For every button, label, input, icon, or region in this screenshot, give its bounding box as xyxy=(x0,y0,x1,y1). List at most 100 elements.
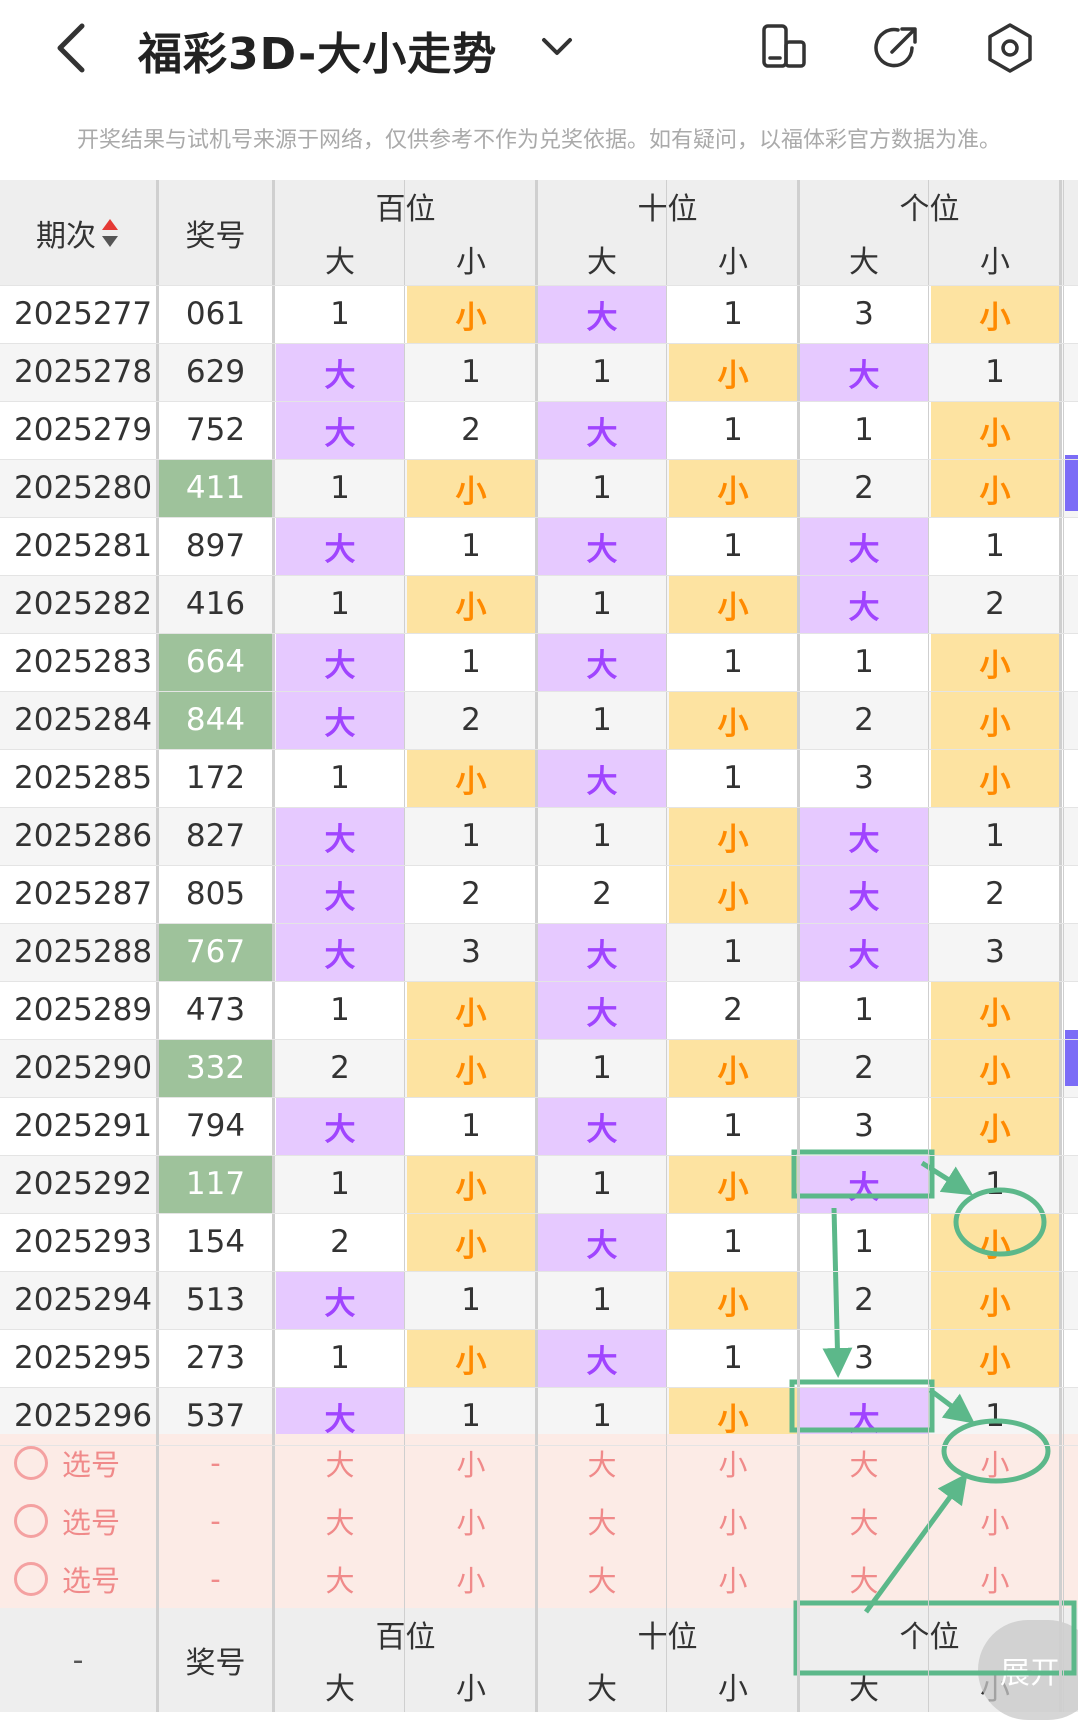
issue-column-header[interactable]: 期次 xyxy=(0,180,156,285)
scroll-indicator[interactable] xyxy=(1065,455,1078,511)
selection-row[interactable]: 选号 - 大小大小大小 xyxy=(0,1550,1078,1608)
table-row[interactable]: 2025290 332 2 小 1 小 2 小 xyxy=(0,1039,1078,1097)
table-row[interactable]: 2025288 767 大 3 大 1 大 3 xyxy=(0,923,1078,981)
table-row[interactable]: 2025285 172 1 小大 1 3 小 xyxy=(0,749,1078,807)
trend-cell-hundreds-big: 1 xyxy=(330,760,350,796)
table-row[interactable]: 2025278 629 大 1 1 小大 1 xyxy=(0,343,1078,401)
table-row[interactable]: 2025294 513 大 1 1 小 2 小 xyxy=(0,1271,1078,1329)
table-row[interactable]: 2025280 411 1 小 1 小 2 小 xyxy=(0,459,1078,517)
column-divider xyxy=(797,180,800,1712)
trend-cell-units-small: 小 xyxy=(931,633,1059,691)
trend-cell-tens-big: 1 xyxy=(592,586,612,622)
trend-cell-tens-small: 小 xyxy=(669,807,797,865)
select-number-toggle[interactable]: 选号 xyxy=(0,1550,156,1608)
select-option-tens-big[interactable]: 大 xyxy=(538,1434,666,1492)
trend-cell-tens-big: 1 xyxy=(592,354,612,390)
trend-cell-units-big: 大 xyxy=(800,807,928,865)
table-row[interactable]: 2025277 061 1 小大 1 3 小 xyxy=(0,285,1078,343)
select-option-tens-big[interactable]: 大 xyxy=(538,1492,666,1550)
subheader-hundreds-big: 大 xyxy=(325,244,355,280)
select-option-tens-small[interactable]: 小 xyxy=(669,1434,797,1492)
trend-cell-hundreds-big: 大 xyxy=(276,923,404,981)
table-row[interactable]: 2025289 473 1 小大 2 1 小 xyxy=(0,981,1078,1039)
selection-row[interactable]: 选号 - 大小大小大小 xyxy=(0,1492,1078,1550)
trend-cell-units-small: 1 xyxy=(985,818,1005,854)
table-row[interactable]: 2025291 794 大 1 大 1 3 小 xyxy=(0,1097,1078,1155)
trend-cell-hundreds-small: 2 xyxy=(461,412,481,448)
table-row[interactable]: 2025283 664 大 1 大 1 1 小 xyxy=(0,633,1078,691)
select-option-hundreds-small[interactable]: 小 xyxy=(407,1492,535,1550)
trend-cell-hundreds-big: 大 xyxy=(276,517,404,575)
column-divider xyxy=(1059,180,1062,1712)
trend-cell-units-big: 2 xyxy=(854,1050,874,1086)
select-option-units-small[interactable]: 小 xyxy=(931,1434,1059,1492)
trend-cell-units-big: 1 xyxy=(854,412,874,448)
row-divider xyxy=(0,691,1078,692)
select-option-units-small[interactable]: 小 xyxy=(931,1550,1059,1608)
page-title[interactable]: 福彩3D-大小走势 xyxy=(138,18,497,82)
chevron-down-icon xyxy=(542,38,572,55)
radio-icon[interactable] xyxy=(14,1446,48,1480)
share-button[interactable] xyxy=(868,20,924,76)
table-row[interactable]: 2025284 844 大 2 1 小 2 小 xyxy=(0,691,1078,749)
trend-cell-units-small: 1 xyxy=(985,528,1005,564)
trend-cell-units-big: 大 xyxy=(800,923,928,981)
trend-cell-tens-small: 1 xyxy=(723,296,743,332)
table-row[interactable]: 2025282 416 1 小 1 小大 2 xyxy=(0,575,1078,633)
trend-cell-units-big: 大 xyxy=(800,343,928,401)
table-row[interactable]: 2025292 117 1 小 1 小大 1 xyxy=(0,1155,1078,1213)
issue-cell: 2025292 xyxy=(14,1166,153,1202)
column-divider xyxy=(404,180,405,1712)
select-option-units-big[interactable]: 大 xyxy=(800,1492,928,1550)
select-option-hundreds-big[interactable]: 大 xyxy=(276,1550,404,1608)
title-dropdown-button[interactable] xyxy=(532,22,582,72)
issue-cell: 2025295 xyxy=(14,1340,153,1376)
table-row[interactable]: 2025281 897 大 1 大 1 大 1 xyxy=(0,517,1078,575)
subheader-units-small: 小 xyxy=(980,244,1010,280)
radio-icon[interactable] xyxy=(14,1504,48,1538)
issue-cell: 2025279 xyxy=(14,412,153,448)
issue-cell: 2025280 xyxy=(14,470,153,506)
settings-button[interactable] xyxy=(982,20,1038,76)
select-number-toggle[interactable]: 选号 xyxy=(0,1492,156,1550)
trend-cell-tens-small: 1 xyxy=(723,760,743,796)
row-divider xyxy=(0,807,1078,808)
row-divider xyxy=(0,923,1078,924)
trend-cell-tens-big: 大 xyxy=(538,1213,666,1271)
row-divider xyxy=(0,981,1078,982)
row-divider xyxy=(0,633,1078,634)
number-cell: 664 xyxy=(159,633,272,691)
select-option-tens-small[interactable]: 小 xyxy=(669,1550,797,1608)
table-row[interactable]: 2025287 805 大 2 2 小大 2 xyxy=(0,865,1078,923)
select-option-units-small[interactable]: 小 xyxy=(931,1492,1059,1550)
select-option-units-big[interactable]: 大 xyxy=(800,1434,928,1492)
select-option-tens-small[interactable]: 小 xyxy=(669,1492,797,1550)
select-option-hundreds-big[interactable]: 大 xyxy=(276,1492,404,1550)
trend-cell-units-small: 小 xyxy=(931,401,1059,459)
selection-row[interactable]: 选号 - 大小大小大小 xyxy=(0,1434,1078,1492)
trend-cell-tens-small: 1 xyxy=(723,528,743,564)
number-cell: 827 xyxy=(185,818,246,854)
table-row[interactable]: 2025286 827 大 1 1 小大 1 xyxy=(0,807,1078,865)
table-row[interactable]: 2025279 752 大 2 大 1 1 小 xyxy=(0,401,1078,459)
chevron-left-icon xyxy=(57,23,85,73)
trend-cell-hundreds-big: 1 xyxy=(330,992,350,1028)
issue-cell: 2025293 xyxy=(14,1224,153,1260)
number-cell: 172 xyxy=(185,760,246,796)
table-row[interactable]: 2025293 154 2 小大 1 1 小 xyxy=(0,1213,1078,1271)
select-option-hundreds-big[interactable]: 大 xyxy=(276,1434,404,1492)
compare-button[interactable] xyxy=(756,20,812,76)
footer-issue: - xyxy=(72,1642,84,1678)
trend-cell-hundreds-small: 1 xyxy=(461,528,481,564)
table-row[interactable]: 2025295 273 1 小大 1 3 小 xyxy=(0,1329,1078,1387)
select-number-toggle[interactable]: 选号 xyxy=(0,1434,156,1492)
back-button[interactable] xyxy=(44,18,104,78)
select-option-units-big[interactable]: 大 xyxy=(800,1550,928,1608)
select-option-tens-big[interactable]: 大 xyxy=(538,1550,666,1608)
radio-icon[interactable] xyxy=(14,1562,48,1596)
row-divider xyxy=(0,1445,1078,1446)
trend-cell-units-big: 1 xyxy=(854,1224,874,1260)
select-option-hundreds-small[interactable]: 小 xyxy=(407,1550,535,1608)
trend-cell-units-big: 2 xyxy=(854,1282,874,1318)
select-option-hundreds-small[interactable]: 小 xyxy=(407,1434,535,1492)
